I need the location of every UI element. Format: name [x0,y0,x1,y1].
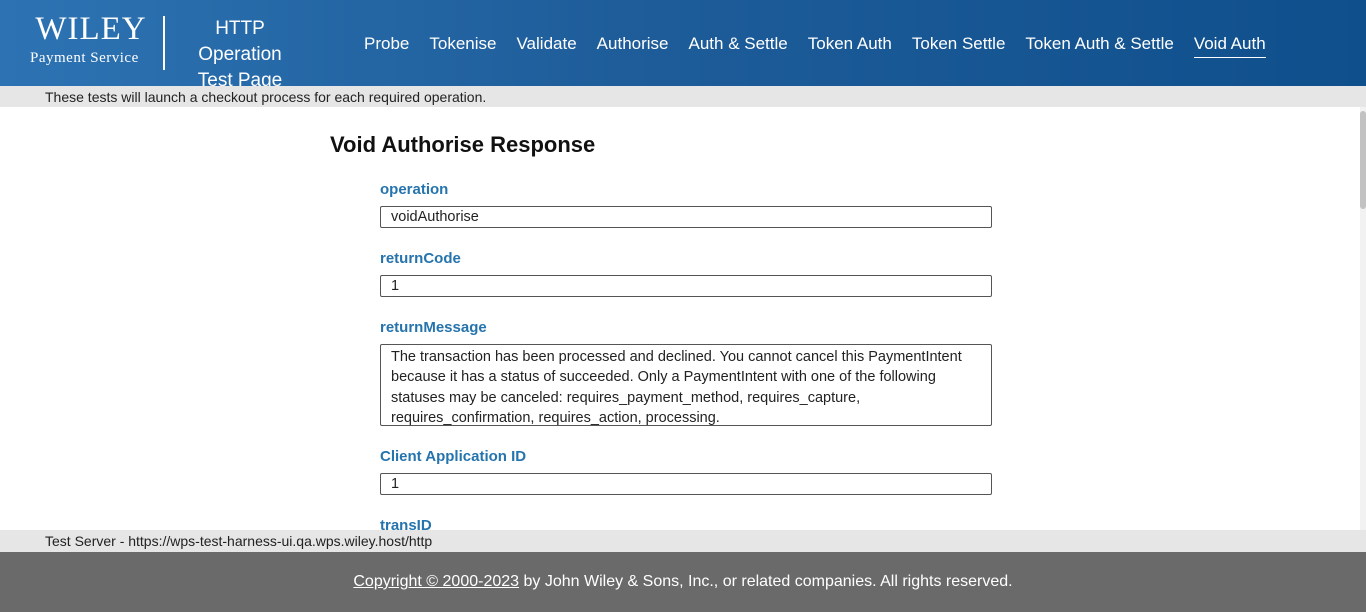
nav-auth-settle[interactable]: Auth & Settle [689,32,788,58]
nav-token-auth[interactable]: Token Auth [808,32,892,58]
info-bar: These tests will launch a checkout proce… [0,86,1366,107]
field-label-trans-id: transID [380,517,432,530]
field-label-client-application-id: Client Application ID [380,448,527,465]
logo-divider [163,16,165,70]
wiley-logo[interactable]: WILEY Payment Service [30,12,152,68]
nav-token-auth-settle[interactable]: Token Auth & Settle [1025,32,1173,58]
logo-subtitle: Payment Service [30,50,139,66]
page-scrollbar[interactable] [1360,107,1366,530]
nav-tokenise[interactable]: Tokenise [429,32,496,58]
nav-probe[interactable]: Probe [364,32,409,58]
logo-wordmark: WILEY [35,11,147,47]
field-label-return-message: returnMessage [380,319,487,336]
main-nav: Probe Tokenise Validate Authorise Auth &… [364,32,1266,58]
site-title-line1: HTTP Operation [198,18,282,65]
server-text: Test Server - https://wps-test-harness-u… [45,533,433,549]
copyright-text: by John Wiley & Sons, Inc., or related c… [519,573,1013,590]
field-label-operation: operation [380,181,449,198]
copyright-link[interactable]: Copyright © 2000-2023 [353,573,519,590]
site-header: WILEY Payment Service HTTP Operation Tes… [0,0,1366,91]
nav-token-settle[interactable]: Token Settle [912,32,1006,58]
return-message-field[interactable]: The transaction has been processed and d… [380,344,992,426]
main-content: Void Authorise Response operation voidAu… [0,107,1360,530]
return-code-field[interactable]: 1 [380,275,992,297]
info-text: These tests will launch a checkout proce… [45,89,487,105]
site-footer: Copyright © 2000-2023 by John Wiley & So… [0,552,1366,612]
nav-authorise[interactable]: Authorise [597,32,669,58]
field-label-return-code: returnCode [380,250,461,267]
section-title: Void Authorise Response [330,132,596,157]
client-application-id-field[interactable]: 1 [380,473,992,495]
server-bar: Test Server - https://wps-test-harness-u… [0,530,1366,552]
nav-validate[interactable]: Validate [516,32,576,58]
nav-void-auth[interactable]: Void Auth [1193,32,1266,58]
site-title: HTTP Operation Test Page [172,16,308,94]
scrollbar-thumb[interactable] [1360,111,1366,209]
operation-field[interactable]: voidAuthorise [380,206,992,228]
